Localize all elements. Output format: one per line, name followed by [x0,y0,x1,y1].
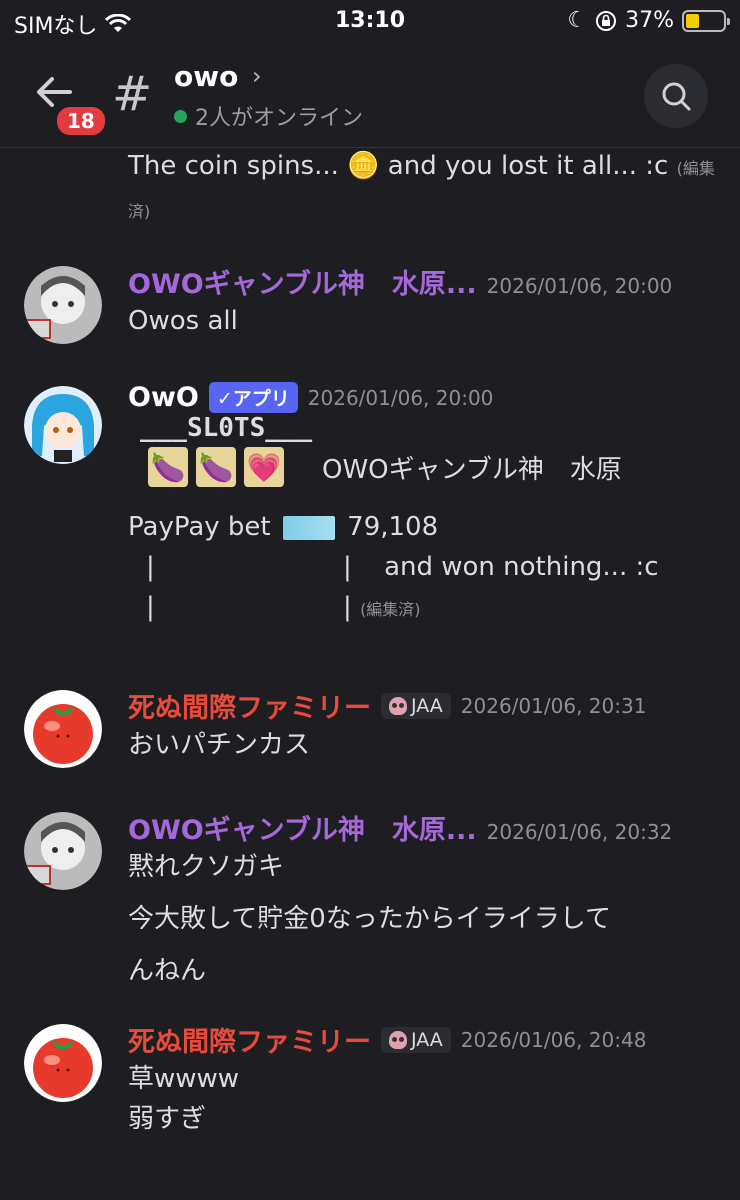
message-text: Owos all [128,306,238,336]
username[interactable]: OWOギャンブル神 水原... [128,808,477,847]
avatar[interactable] [24,1024,102,1102]
online-dot-icon [174,109,187,123]
eggplant-icon: 🍆 [196,447,236,487]
avatar[interactable] [24,812,102,890]
slot-pipe: | [343,592,352,622]
slots-row: 🍆 🍆 💗 OWOギャンブル神 水原 [148,447,728,487]
app-tag: ✓アプリ [208,382,298,413]
bet-label: PayPay bet [128,512,271,542]
role-tag: JAA [381,692,451,719]
battery-percent: 37% [625,8,674,33]
moon-icon: ☾ [567,8,588,33]
result-text: and won nothing... :c [384,552,659,582]
message-text: 草wwww [128,1064,240,1094]
timestamp: 2026/01/06, 20:31 [460,693,647,718]
search-icon [662,82,691,111]
rotation-lock-icon [596,10,617,31]
skull-icon [389,696,407,715]
chevron-right-icon[interactable]: › [252,62,262,90]
battery-icon [682,9,730,32]
bet-amount: 79,108 [347,512,439,542]
eggplant-icon: 🍆 [148,447,188,487]
timestamp: 2026/01/06, 20:00 [486,274,673,298]
status-bar: SIMなし 13:10 ☾ 37% [0,0,740,44]
username[interactable]: 死ぬ間際ファミリー [128,686,371,725]
cash-icon [282,515,335,540]
username[interactable]: OWOギャンブル神 水原... [128,262,477,301]
username[interactable]: OwO [128,382,199,413]
avatar[interactable] [24,386,102,464]
role-label: JAA [411,694,443,717]
skull-icon [389,1030,407,1049]
heart-icon: 💗 [244,447,284,487]
username[interactable]: 死ぬ間際ファミリー [128,1020,371,1059]
avatar[interactable] [24,690,102,768]
message-text: んねん [128,956,207,986]
channel-hash-icon: # [112,66,153,122]
channel-header: 18 # owo › 2人がオンライン [0,48,740,148]
slot-pipe: | [146,592,155,622]
avatar[interactable] [24,266,102,344]
role-label: JAA [411,1028,443,1051]
channel-name[interactable]: owo [174,60,238,93]
message-text: おいパチンカス [128,730,311,760]
timestamp: 2026/01/06, 20:48 [460,1027,647,1052]
edited-label: (編集済) [360,600,421,619]
slots-player: OWOギャンブル神 水原 [322,454,622,485]
message-text: The coin spins... 🪙 and you lost it all.… [128,151,669,181]
slot-pipe: | [343,552,352,582]
unread-badge: 18 [54,104,108,138]
message-text: 弱すぎ [128,1104,207,1134]
slot-pipe: | [146,552,155,582]
slots-title: ___SL0TS___ [140,413,313,443]
timestamp: 2026/01/06, 20:32 [486,820,673,844]
search-button[interactable] [644,64,708,128]
role-tag: JAA [381,1026,451,1053]
message-text: 今大敗して貯金0なったからイライラして [128,904,611,934]
online-count: 2人がオンライン [195,106,363,131]
message-text: 黙れクソガキ [128,852,285,882]
timestamp: 2026/01/06, 20:00 [307,385,494,410]
online-status: 2人がオンライン [174,100,363,132]
